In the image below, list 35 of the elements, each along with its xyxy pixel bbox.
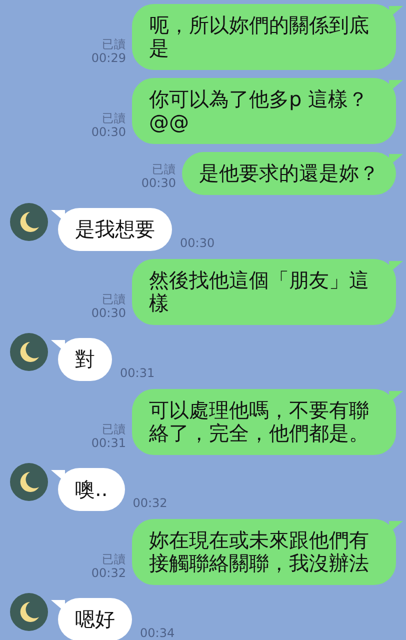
moon-avatar-icon[interactable]: [10, 333, 48, 371]
message-time: 00:29: [91, 51, 126, 66]
message-bubble: 是他要求的還是妳？: [182, 152, 396, 195]
message-time: 00:30: [91, 125, 126, 140]
message-time: 00:34: [140, 626, 175, 640]
moon-avatar-icon[interactable]: [10, 593, 48, 631]
read-receipt: 已讀: [102, 552, 126, 566]
message-time: 00:30: [180, 236, 215, 251]
message-bubble: 妳在現在或未來跟他們有接觸聯絡關聯，我沒辦法: [132, 519, 396, 585]
message-bubble: 然後找他這個「朋友」這樣: [132, 259, 396, 325]
message-bubble: 呃，所以妳們的關係到底是: [132, 4, 396, 70]
moon-avatar-icon[interactable]: [10, 203, 48, 241]
message-bubble: 是我想要: [58, 208, 172, 251]
message-bubble: 嗯好: [58, 598, 132, 640]
bubble-tail: [389, 261, 403, 273]
bubble-tail: [389, 391, 403, 403]
bubble-tail: [389, 6, 403, 18]
read-receipt: 已讀: [102, 37, 126, 51]
message-bubble: 對: [58, 338, 112, 381]
message-time: 00:31: [91, 436, 126, 451]
message-bubble: 噢..: [58, 468, 125, 511]
message-bubble: 你可以為了他多p 這樣？@@: [132, 78, 396, 144]
bubble-tail: [389, 521, 403, 533]
message-time: 00:32: [132, 496, 168, 511]
moon-avatar-icon[interactable]: [10, 463, 48, 501]
read-receipt: 已讀: [152, 162, 176, 176]
message-bubble: 可以處理他嗎，不要有聯絡了，完全，他們都是。: [132, 389, 396, 455]
message-time: 00:30: [141, 176, 176, 191]
message-time: 00:31: [120, 366, 155, 381]
read-receipt: 已讀: [102, 292, 126, 306]
message-time: 00:32: [91, 566, 126, 581]
bubble-tail: [389, 80, 403, 92]
read-receipt: 已讀: [102, 422, 126, 436]
read-receipt: 已讀: [102, 111, 126, 125]
message-time: 00:30: [91, 306, 126, 321]
